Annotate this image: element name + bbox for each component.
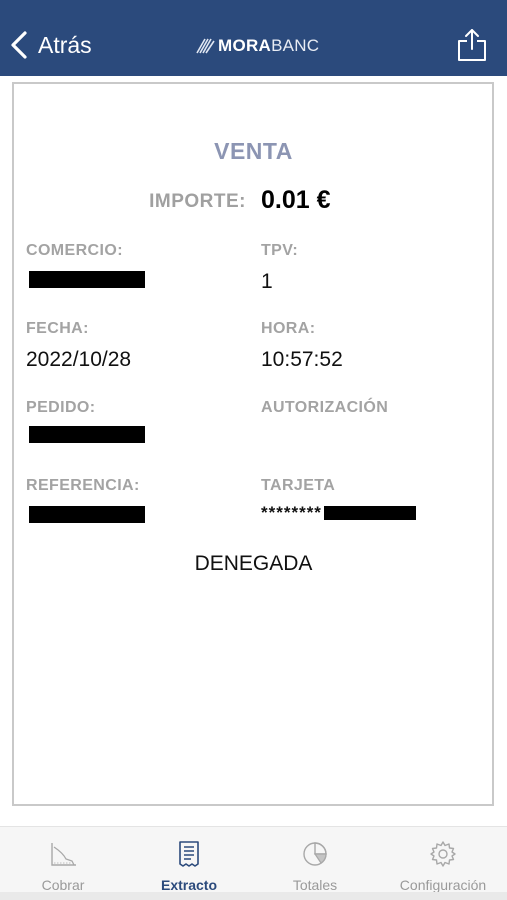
referencia-label: REFERENCIA: xyxy=(26,477,140,494)
screen: Atrás MORA BANC VENTA IMPORTE: 0.01 € COM… xyxy=(0,0,507,900)
autorizacion-label: AUTORIZACIÓN xyxy=(261,399,389,416)
home-indicator-area xyxy=(0,892,507,900)
tarjeta-value: ******** xyxy=(261,503,416,523)
tab-cobrar-label: Cobrar xyxy=(41,877,85,893)
gear-icon xyxy=(430,841,456,867)
comercio-label: COMERCIO: xyxy=(26,242,123,259)
share-icon xyxy=(458,29,486,61)
amount-label: IMPORTE: xyxy=(149,191,246,212)
pedido-value-redacted xyxy=(29,426,145,443)
fecha-label: FECHA: xyxy=(26,320,89,337)
share-button[interactable] xyxy=(455,27,489,63)
tarjeta-masked-prefix: ******** xyxy=(261,503,322,522)
amount-value: 0.01 € xyxy=(261,186,331,214)
chart-slope-icon xyxy=(51,843,76,866)
receipt-title: VENTA xyxy=(214,138,293,164)
transaction-status: DENEGADA xyxy=(194,552,313,575)
receipt-icon xyxy=(179,841,199,867)
tab-configuracion-label: Configuración xyxy=(399,877,487,893)
chevron-left-icon xyxy=(11,31,27,59)
tab-cobrar[interactable]: Cobrar xyxy=(0,827,126,893)
amount-row: IMPORTE: 0.01 € xyxy=(0,186,507,218)
back-label: Atrás xyxy=(38,31,92,58)
back-button[interactable]: Atrás xyxy=(10,27,92,63)
hora-value: 10:57:52 xyxy=(261,348,343,371)
tab-extracto-label: Extracto xyxy=(160,877,218,893)
tpv-value: 1 xyxy=(261,270,273,293)
tab-totales[interactable]: Totales xyxy=(252,827,378,893)
pedido-label: PEDIDO: xyxy=(26,399,96,416)
tarjeta-label: TARJETA xyxy=(261,477,336,494)
top-navbar: Atrás MORA BANC xyxy=(0,0,507,76)
logo-text-light: BANC xyxy=(271,36,320,55)
tab-extracto[interactable]: Extracto xyxy=(126,827,252,893)
pie-chart-icon xyxy=(303,842,327,866)
logo-text-bold: MORA xyxy=(218,36,272,55)
tpv-label: TPV: xyxy=(261,242,299,259)
referencia-value-redacted xyxy=(29,506,145,523)
comercio-value-redacted xyxy=(29,271,145,288)
morabanc-logo: MORA BANC xyxy=(196,33,319,59)
bottom-tabbar: Cobrar Extracto Totales Configuración xyxy=(0,826,507,893)
tarjeta-redacted xyxy=(323,506,416,520)
fecha-value: 2022/10/28 xyxy=(26,348,132,371)
hora-label: HORA: xyxy=(261,320,316,337)
tab-totales-label: Totales xyxy=(292,877,338,893)
logo-wave-icon xyxy=(196,38,215,54)
tab-configuracion[interactable]: Configuración xyxy=(380,827,506,893)
